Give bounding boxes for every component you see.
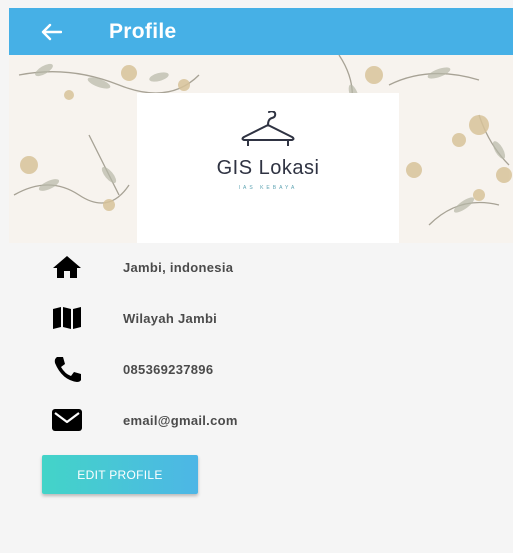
address-text: Jambi, indonesia [123, 259, 234, 275]
phone-text: 085369237896 [123, 361, 214, 377]
phone-icon [45, 354, 89, 384]
logo-subtitle: IAS KEBAYA [238, 185, 298, 191]
mail-icon [45, 405, 89, 435]
page-title: Profile [109, 19, 177, 43]
list-item-region: Wilayah Jambi [9, 303, 513, 333]
logo-card: GIS Lokasi IAS KEBAYA [137, 93, 399, 243]
map-icon [45, 303, 89, 333]
logo-title: GIS Lokasi [216, 157, 320, 179]
email-text: email@gmail.com [123, 412, 238, 428]
list-item-address: Jambi, indonesia [9, 252, 513, 282]
home-icon [45, 252, 89, 282]
edit-profile-button[interactable]: EDIT PROFILE [42, 455, 198, 494]
list-item-phone: 085369237896 [9, 354, 513, 384]
list-item-email: email@gmail.com [9, 405, 513, 435]
arrow-left-icon [41, 23, 62, 40]
region-text: Wilayah Jambi [123, 310, 218, 326]
profile-banner: GIS Lokasi IAS KEBAYA [9, 55, 513, 243]
back-button[interactable] [23, 8, 79, 55]
hanger-icon [241, 111, 295, 146]
app-bar: Profile [9, 8, 513, 55]
